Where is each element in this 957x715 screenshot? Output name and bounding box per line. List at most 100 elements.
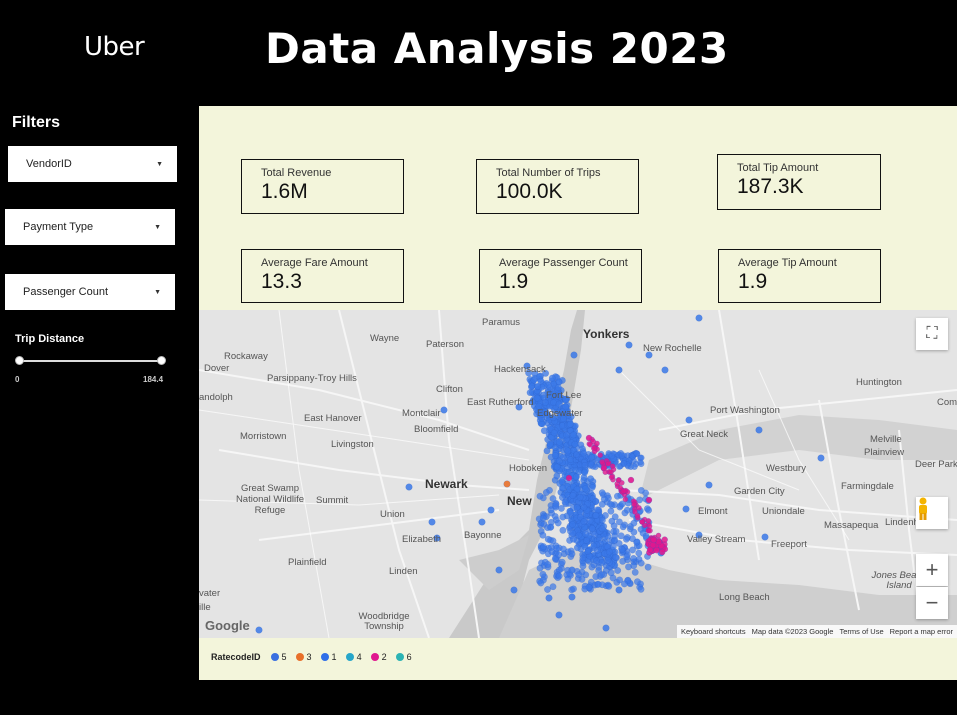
trip-point [573,544,581,552]
trip-point [544,524,551,532]
trip-point [582,530,589,538]
trip-point [428,518,436,526]
trip-distance-track[interactable] [19,360,161,362]
trip-point [627,476,635,484]
trip-point [510,586,518,594]
trip-point [569,529,577,537]
trip-point [597,571,605,579]
map-place-label: Farmingdale [841,481,894,492]
trip-point [658,548,666,556]
trip-point [564,447,572,455]
pegman-icon[interactable] [916,497,948,529]
kpi-label: Average Tip Amount [738,257,837,269]
legend-item[interactable]: 4 [345,652,362,662]
trip-point [618,452,626,459]
trip-point [561,498,569,506]
map-place-label: Great Swamp National Wildlife Refuge [235,483,305,516]
trip-point [614,567,622,574]
keyboard-shortcuts-link[interactable]: Keyboard shortcuts [681,627,746,636]
trip-point [544,535,552,543]
map-place-label: Great Neck [680,429,729,440]
trip-point [612,553,620,561]
trip-point [565,474,573,482]
trip-point [487,506,495,514]
legend-item[interactable]: 5 [270,652,287,662]
trip-distance-min-handle[interactable] [15,356,24,365]
terms-link[interactable]: Terms of Use [839,627,883,636]
map-place-label: Massapequa [824,520,879,531]
kpi-avg-fare: Average Fare Amount 13.3 [241,249,404,303]
map-place-label: Yonkers [583,327,630,341]
legend-item[interactable]: 1 [320,652,337,662]
trip-distance-label: Trip Distance [15,333,85,345]
map-attribution: Keyboard shortcuts Map data ©2023 Google… [676,625,957,638]
trip-point [572,473,580,481]
trip-point [636,505,642,511]
map-place-label: Fort Lee [546,390,582,401]
trip-point [554,519,562,527]
trip-point [598,500,606,508]
fullscreen-button[interactable]: ⛶ [916,318,948,350]
trip-distance-min-value: 0 [15,375,20,384]
passenger-count-label: Passenger Count [23,286,108,298]
report-error-link[interactable]: Report a map error [890,627,953,636]
trip-point [550,429,558,437]
kpi-value: 1.9 [738,270,768,293]
trip-point [573,451,580,458]
trip-point [478,518,486,526]
trip-point [540,543,547,551]
zoom-out-button[interactable]: − [916,587,948,619]
trip-point [620,460,628,467]
kpi-label: Total Tip Amount [737,162,819,174]
trip-point [581,485,589,493]
trip-point [539,514,547,522]
kpi-label: Total Number of Trips [496,167,601,179]
trip-point [569,492,577,499]
google-logo: Google [205,618,250,633]
trip-point [608,452,615,460]
trip-point [549,583,557,591]
passenger-count-dropdown[interactable]: Passenger Count ▼ [5,274,175,310]
trip-point [615,366,623,374]
trip-distance-max-handle[interactable] [157,356,166,365]
trip-point [555,378,563,386]
trip-point [598,525,606,533]
trip-point [630,519,638,527]
trip-point [585,583,593,591]
vendor-id-dropdown[interactable]: VendorID ▼ [8,146,177,182]
map-place-label: andolph [199,392,233,403]
trip-point [568,593,576,601]
trip-point [602,624,610,632]
trip-point [637,486,645,494]
legend-title: RatecodeID [211,652,261,662]
legend-item[interactable]: 3 [295,652,312,662]
trip-point [635,549,643,557]
trip-point [587,441,594,448]
trip-point [567,509,575,517]
legend-item[interactable]: 6 [395,652,412,662]
trip-point [645,517,652,524]
map-place-label: Uniondale [762,506,805,517]
trip-map[interactable]: Paramus Yonkers Wayne Paterson New Roche… [199,310,957,638]
trip-point [599,458,605,465]
trip-point [547,506,555,514]
zoom-in-button[interactable]: + [916,554,948,586]
kpi-total-revenue: Total Revenue 1.6M [241,159,404,214]
trip-point [615,586,623,594]
legend-item[interactable]: 2 [370,652,387,662]
trip-point [587,475,595,483]
trip-point [630,554,637,562]
trip-point [573,504,581,512]
payment-type-dropdown[interactable]: Payment Type ▼ [5,209,175,245]
map-place-label: East Hanover [304,413,362,424]
trip-point [607,569,615,577]
trip-point [555,438,563,446]
trip-point [546,440,554,448]
trip-point [530,376,538,384]
trip-point [619,523,627,531]
trip-point [495,566,503,574]
trip-point [632,509,638,515]
trip-point [630,528,638,536]
trip-point [608,469,614,475]
legend-dot-icon [295,653,304,661]
